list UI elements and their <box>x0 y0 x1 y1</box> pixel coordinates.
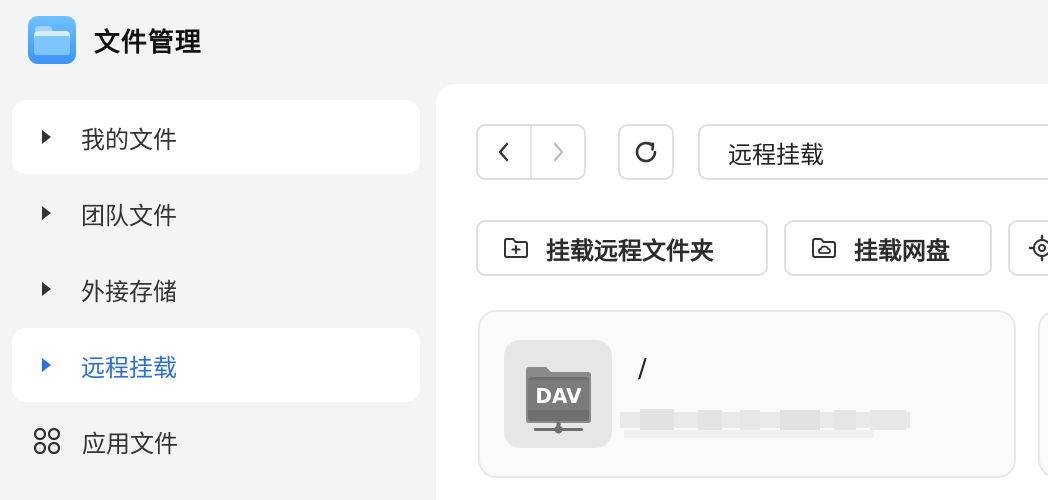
folder-add-icon <box>504 238 528 258</box>
folder-cloud-icon <box>812 238 836 258</box>
mount-remote-folder-button[interactable]: 挂载远程文件夹 <box>476 220 768 276</box>
mount-name: / <box>638 354 647 384</box>
mount-netdisk-button[interactable]: 挂载网盘 <box>784 220 992 276</box>
folder-icon <box>28 16 76 64</box>
sidebar-item-team-files[interactable]: 团队文件 <box>12 176 420 250</box>
sidebar-item-label: 外接存储 <box>81 277 177 306</box>
caret-right-icon <box>42 358 51 372</box>
sidebar: 我的文件 团队文件 外接存储 远程挂载 应用文件 <box>12 100 420 480</box>
path-field[interactable]: 远程挂载 <box>698 124 1048 180</box>
mount-card[interactable] <box>1038 310 1048 478</box>
redacted-address <box>620 409 910 438</box>
sidebar-item-label: 团队文件 <box>81 201 177 230</box>
caret-right-icon <box>42 130 51 144</box>
gear-icon <box>1028 234 1048 262</box>
sidebar-item-label: 远程挂载 <box>81 353 177 382</box>
sidebar-item-label: 应用文件 <box>82 429 178 458</box>
main-panel: 远程挂载 挂载远程文件夹 挂载网盘 DAV / <box>436 84 1048 500</box>
path-value: 远程挂载 <box>728 140 824 169</box>
sidebar-item-external-storage[interactable]: 外接存储 <box>12 252 420 326</box>
dav-folder-icon: DAV <box>504 340 612 448</box>
refresh-button[interactable] <box>618 124 674 180</box>
refresh-icon <box>635 141 657 163</box>
app-grid-icon <box>33 427 61 455</box>
nav-buttons <box>476 124 586 180</box>
back-button[interactable] <box>478 126 530 178</box>
app-title: 文件管理 <box>94 27 203 58</box>
sidebar-item-my-files[interactable]: 我的文件 <box>12 100 420 174</box>
chevron-left-icon <box>498 142 509 162</box>
caret-right-icon <box>42 282 51 296</box>
svg-text:DAV: DAV <box>535 384 582 408</box>
sidebar-item-label: 我的文件 <box>81 125 177 154</box>
chevron-right-icon <box>553 142 564 162</box>
mount-netdisk-label: 挂载网盘 <box>854 236 950 265</box>
settings-button[interactable] <box>1008 220 1048 276</box>
forward-button[interactable] <box>532 126 584 178</box>
app-header: 文件管理 <box>28 16 202 64</box>
mount-card[interactable]: DAV / <box>478 310 1016 478</box>
mount-remote-folder-label: 挂载远程文件夹 <box>546 236 714 265</box>
sidebar-item-remote-mount[interactable]: 远程挂载 <box>12 328 420 402</box>
caret-right-icon <box>42 206 51 220</box>
sidebar-item-app-files[interactable]: 应用文件 <box>12 404 420 478</box>
